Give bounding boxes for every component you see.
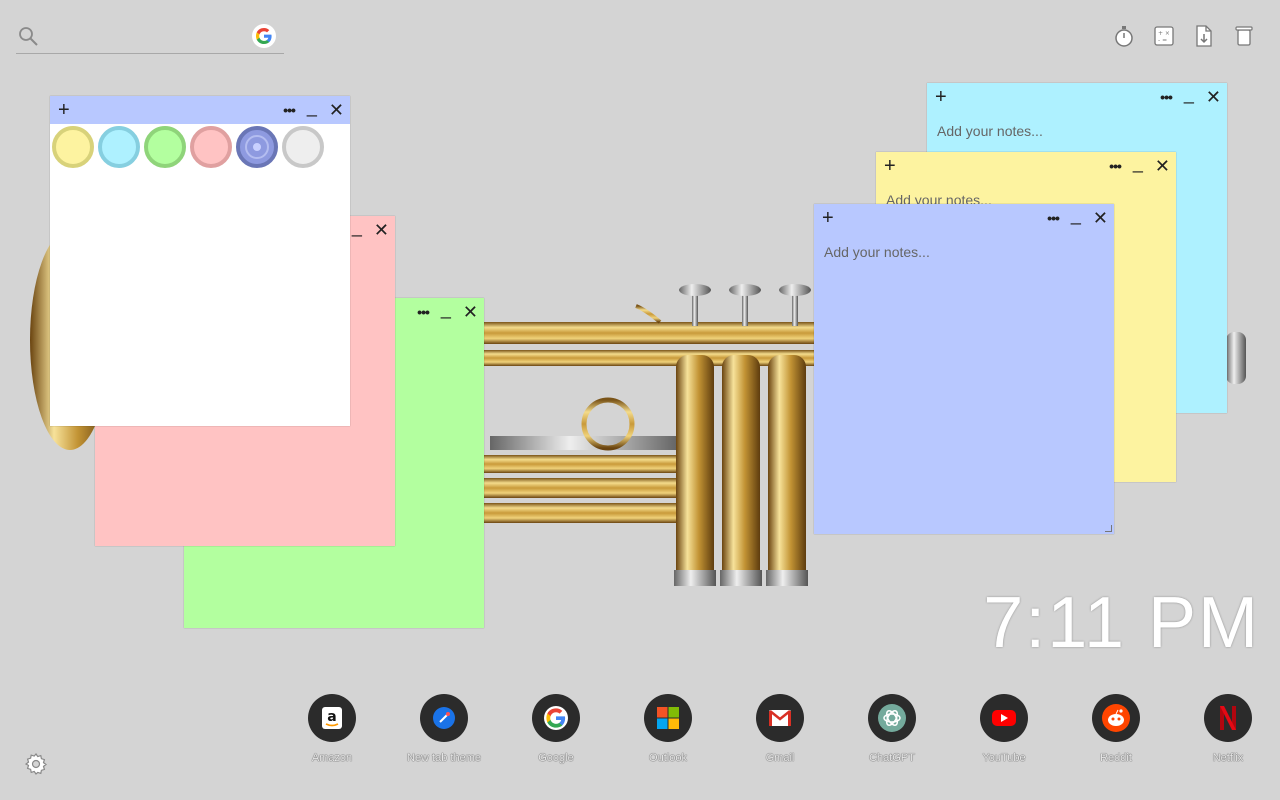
shortcut-gmail[interactable]: Gmail	[724, 694, 836, 774]
trash-icon[interactable]	[1232, 24, 1256, 48]
shortcut-label: Google	[538, 752, 574, 764]
toolbar: + × - =	[1112, 24, 1256, 48]
add-note-icon[interactable]: +	[884, 154, 896, 178]
more-menu-icon[interactable]: •••	[283, 100, 296, 120]
close-icon[interactable]: ✕	[463, 302, 478, 322]
shortcut-label: Gmail	[765, 752, 795, 764]
add-note-icon[interactable]: +	[58, 98, 70, 122]
shortcut-label: Outlook	[649, 752, 687, 764]
color-swatch-green[interactable]	[144, 126, 186, 168]
close-icon[interactable]: ✕	[1093, 208, 1108, 228]
color-swatch-pink[interactable]	[190, 126, 232, 168]
clock: 7:11 PM	[983, 583, 1260, 663]
more-menu-icon[interactable]: •••	[417, 302, 430, 322]
svg-text:- =: - =	[1158, 37, 1167, 44]
note-header[interactable]: + ••• _ ✕	[876, 152, 1176, 180]
minimize-icon[interactable]: _	[352, 217, 362, 237]
netflix-icon	[1204, 694, 1252, 742]
minimize-icon[interactable]: _	[1071, 205, 1081, 225]
sticky-note-blue[interactable]: + ••• _ ✕ Add your notes...	[814, 204, 1114, 534]
minimize-icon[interactable]: _	[1133, 153, 1143, 173]
chatgpt-icon	[868, 694, 916, 742]
search-icon[interactable]	[18, 26, 40, 53]
minimize-icon[interactable]: _	[307, 97, 317, 117]
note-textarea[interactable]: Add your notes...	[937, 123, 1043, 139]
color-swatch-cyan[interactable]	[98, 126, 140, 168]
shortcut-amazon[interactable]: a Amazon	[276, 694, 388, 774]
note-header[interactable]: + ••• _ ✕	[50, 96, 350, 124]
close-icon[interactable]: ✕	[329, 100, 344, 120]
google-icon[interactable]	[252, 24, 276, 48]
close-icon[interactable]: ✕	[374, 220, 389, 240]
note-header[interactable]: + ••• _ ✕	[814, 204, 1114, 232]
shortcut-label: Netflix	[1212, 752, 1244, 764]
shortcut-reddit[interactable]: Reddit	[1060, 694, 1172, 774]
more-menu-icon[interactable]: •••	[1047, 208, 1060, 228]
amazon-icon: a	[308, 694, 356, 742]
reddit-icon	[1092, 694, 1140, 742]
color-swatch-gray[interactable]	[282, 126, 324, 168]
shortcut-chatgpt[interactable]: ChatGPT	[836, 694, 948, 774]
gear-icon[interactable]	[24, 752, 48, 776]
sticky-note-white[interactable]: + ••• _ ✕	[50, 96, 350, 426]
selected-indicator-icon	[245, 135, 269, 159]
google-icon	[532, 694, 580, 742]
color-swatch-blue-selected[interactable]	[236, 126, 278, 168]
resize-handle[interactable]	[1105, 525, 1112, 532]
shortcut-label: New tab theme	[407, 752, 481, 764]
svg-text:a: a	[327, 709, 336, 725]
search-input[interactable]	[52, 24, 256, 50]
shortcut-new-tab-theme[interactable]: New tab theme	[388, 694, 500, 774]
shortcut-label: Amazon	[311, 752, 353, 764]
shortcut-youtube[interactable]: YouTube	[948, 694, 1060, 774]
youtube-icon	[980, 694, 1028, 742]
timer-icon[interactable]	[1112, 24, 1136, 48]
close-icon[interactable]: ✕	[1206, 87, 1221, 107]
new-tab-theme-icon	[420, 694, 468, 742]
minimize-icon[interactable]: _	[441, 299, 451, 319]
file-icon[interactable]	[1192, 24, 1216, 48]
outlook-icon	[644, 694, 692, 742]
svg-text:+ ×: + ×	[1158, 30, 1170, 37]
close-icon[interactable]: ✕	[1155, 156, 1170, 176]
add-note-icon[interactable]: +	[822, 206, 834, 230]
shortcut-label: YouTube	[982, 752, 1026, 764]
shortcut-netflix[interactable]: Netflix	[1172, 694, 1280, 774]
more-menu-icon[interactable]: •••	[1109, 156, 1122, 176]
gmail-icon	[756, 694, 804, 742]
add-note-icon[interactable]: +	[935, 85, 947, 109]
shortcut-google[interactable]: Google	[500, 694, 612, 774]
note-textarea[interactable]: Add your notes...	[824, 244, 930, 260]
shortcut-label: Reddit	[1100, 752, 1132, 764]
shortcut-label: ChatGPT	[869, 752, 915, 764]
minimize-icon[interactable]: _	[1184, 84, 1194, 104]
color-palette	[52, 126, 324, 168]
calculator-icon[interactable]: + × - =	[1152, 24, 1176, 48]
shortcut-dock: a Amazon New tab theme Google Outlook Gm…	[276, 694, 1268, 774]
more-menu-icon[interactable]: •••	[1160, 87, 1173, 107]
note-header[interactable]: + ••• _ ✕	[927, 83, 1227, 111]
shortcut-outlook[interactable]: Outlook	[612, 694, 724, 774]
color-swatch-yellow[interactable]	[52, 126, 94, 168]
search-bar	[16, 20, 284, 54]
